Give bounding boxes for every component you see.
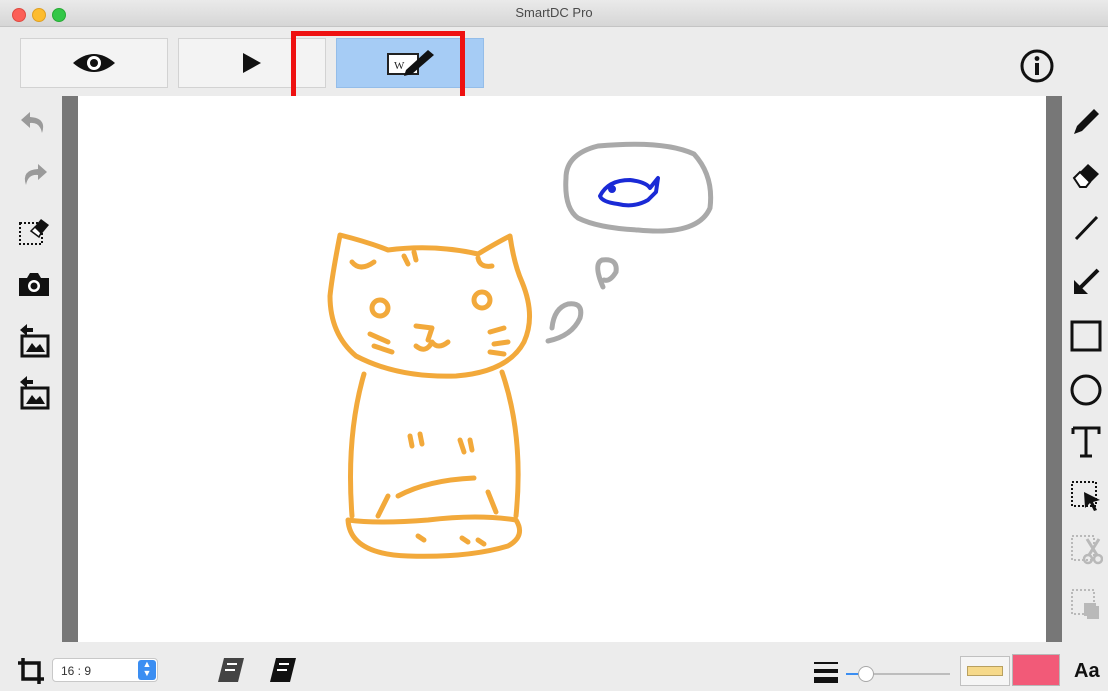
rectangle-icon xyxy=(1070,320,1102,352)
cat-belly-stripes xyxy=(407,431,475,455)
bottom-toolbar: 16 : 9 ▲ ▼ Aa xyxy=(0,644,1108,688)
canvas-drawing xyxy=(327,141,714,559)
drawing-canvas[interactable] xyxy=(78,96,1046,642)
eye-icon xyxy=(73,54,115,72)
title-bar: SmartDC Pro xyxy=(0,0,1108,27)
cat-head-stripes xyxy=(401,249,419,267)
ellipse-tool-button[interactable] xyxy=(1066,370,1106,410)
fit-page-icon xyxy=(218,658,244,682)
fit-width-button[interactable] xyxy=(266,656,300,684)
thought-bubble-medium xyxy=(595,257,619,290)
arrow-tool-button[interactable] xyxy=(1066,262,1106,302)
line-width-slider[interactable] xyxy=(846,664,950,684)
font-button[interactable]: Aa xyxy=(1074,660,1100,683)
crop-icon xyxy=(18,658,44,684)
screenshot-button[interactable] xyxy=(14,264,54,304)
cat-eye-right xyxy=(471,289,493,311)
pen-icon xyxy=(1074,109,1099,134)
crop-button[interactable] xyxy=(16,656,46,686)
cat-eye-left xyxy=(369,297,391,319)
export-image-icon xyxy=(20,376,50,410)
info-icon xyxy=(1020,49,1054,83)
clear-selection-icon xyxy=(19,219,49,245)
cat-mouth xyxy=(413,323,451,352)
cat-feet xyxy=(345,514,523,559)
fill-color-swatch xyxy=(967,666,1003,676)
thought-bubble-large xyxy=(563,141,714,234)
aspect-ratio-select[interactable]: 16 : 9 ▲ ▼ xyxy=(52,658,158,682)
thought-bubble-small xyxy=(545,301,584,344)
clear-selection-button[interactable] xyxy=(14,210,54,250)
text-icon xyxy=(1071,426,1101,458)
undo-button[interactable] xyxy=(14,102,54,142)
rectangle-tool-button[interactable] xyxy=(1066,316,1106,356)
undo-icon xyxy=(21,112,44,133)
export-image-button[interactable] xyxy=(14,372,54,412)
line-tool-button[interactable] xyxy=(1066,208,1106,248)
select-tool-button[interactable] xyxy=(1066,476,1106,516)
text-tool-button[interactable] xyxy=(1066,422,1106,462)
aspect-ratio-value: 16 : 9 xyxy=(61,664,92,678)
import-image-button[interactable] xyxy=(14,320,54,360)
cat-body xyxy=(348,369,521,519)
info-button[interactable] xyxy=(1018,47,1056,85)
ellipse-icon xyxy=(1070,374,1102,406)
select-icon xyxy=(1071,481,1100,511)
cut-tool-button[interactable] xyxy=(1066,530,1106,570)
view-mode-button[interactable] xyxy=(20,38,168,88)
redo-icon xyxy=(24,164,47,185)
select-arrows-icon: ▲ ▼ xyxy=(138,660,156,680)
stroke-color-button[interactable] xyxy=(1012,654,1060,686)
pen-tool-button[interactable] xyxy=(1066,102,1106,142)
cat-whiskers-left xyxy=(367,331,395,355)
window-title: SmartDC Pro xyxy=(515,5,593,20)
eraser-tool-button[interactable] xyxy=(1066,154,1106,194)
cat-ear-right xyxy=(475,255,495,269)
line-width-icon xyxy=(814,662,838,683)
cat-toes xyxy=(415,533,487,547)
copy-tool-button[interactable] xyxy=(1066,584,1106,624)
play-icon xyxy=(243,53,261,73)
copy-icon xyxy=(1071,589,1099,619)
line-icon xyxy=(1074,215,1099,241)
cut-icon xyxy=(1071,535,1103,565)
slider-thumb[interactable] xyxy=(858,666,874,682)
fish-outline xyxy=(598,176,660,208)
redo-button[interactable] xyxy=(14,154,54,194)
camera-icon xyxy=(19,273,49,296)
cat-belly-line xyxy=(395,475,477,499)
cat-whiskers-right xyxy=(487,325,511,357)
eraser-icon xyxy=(1072,164,1099,188)
mode-toolbar: W xyxy=(0,28,1108,94)
line-width-button[interactable] xyxy=(812,660,840,684)
import-image-icon xyxy=(20,324,50,358)
fit-page-button[interactable] xyxy=(214,656,248,684)
arrow-icon xyxy=(1074,268,1100,294)
fit-width-icon xyxy=(270,658,296,682)
fish-eye xyxy=(608,185,616,193)
fill-color-button[interactable] xyxy=(960,656,1010,686)
cat-ear-left xyxy=(349,259,377,270)
